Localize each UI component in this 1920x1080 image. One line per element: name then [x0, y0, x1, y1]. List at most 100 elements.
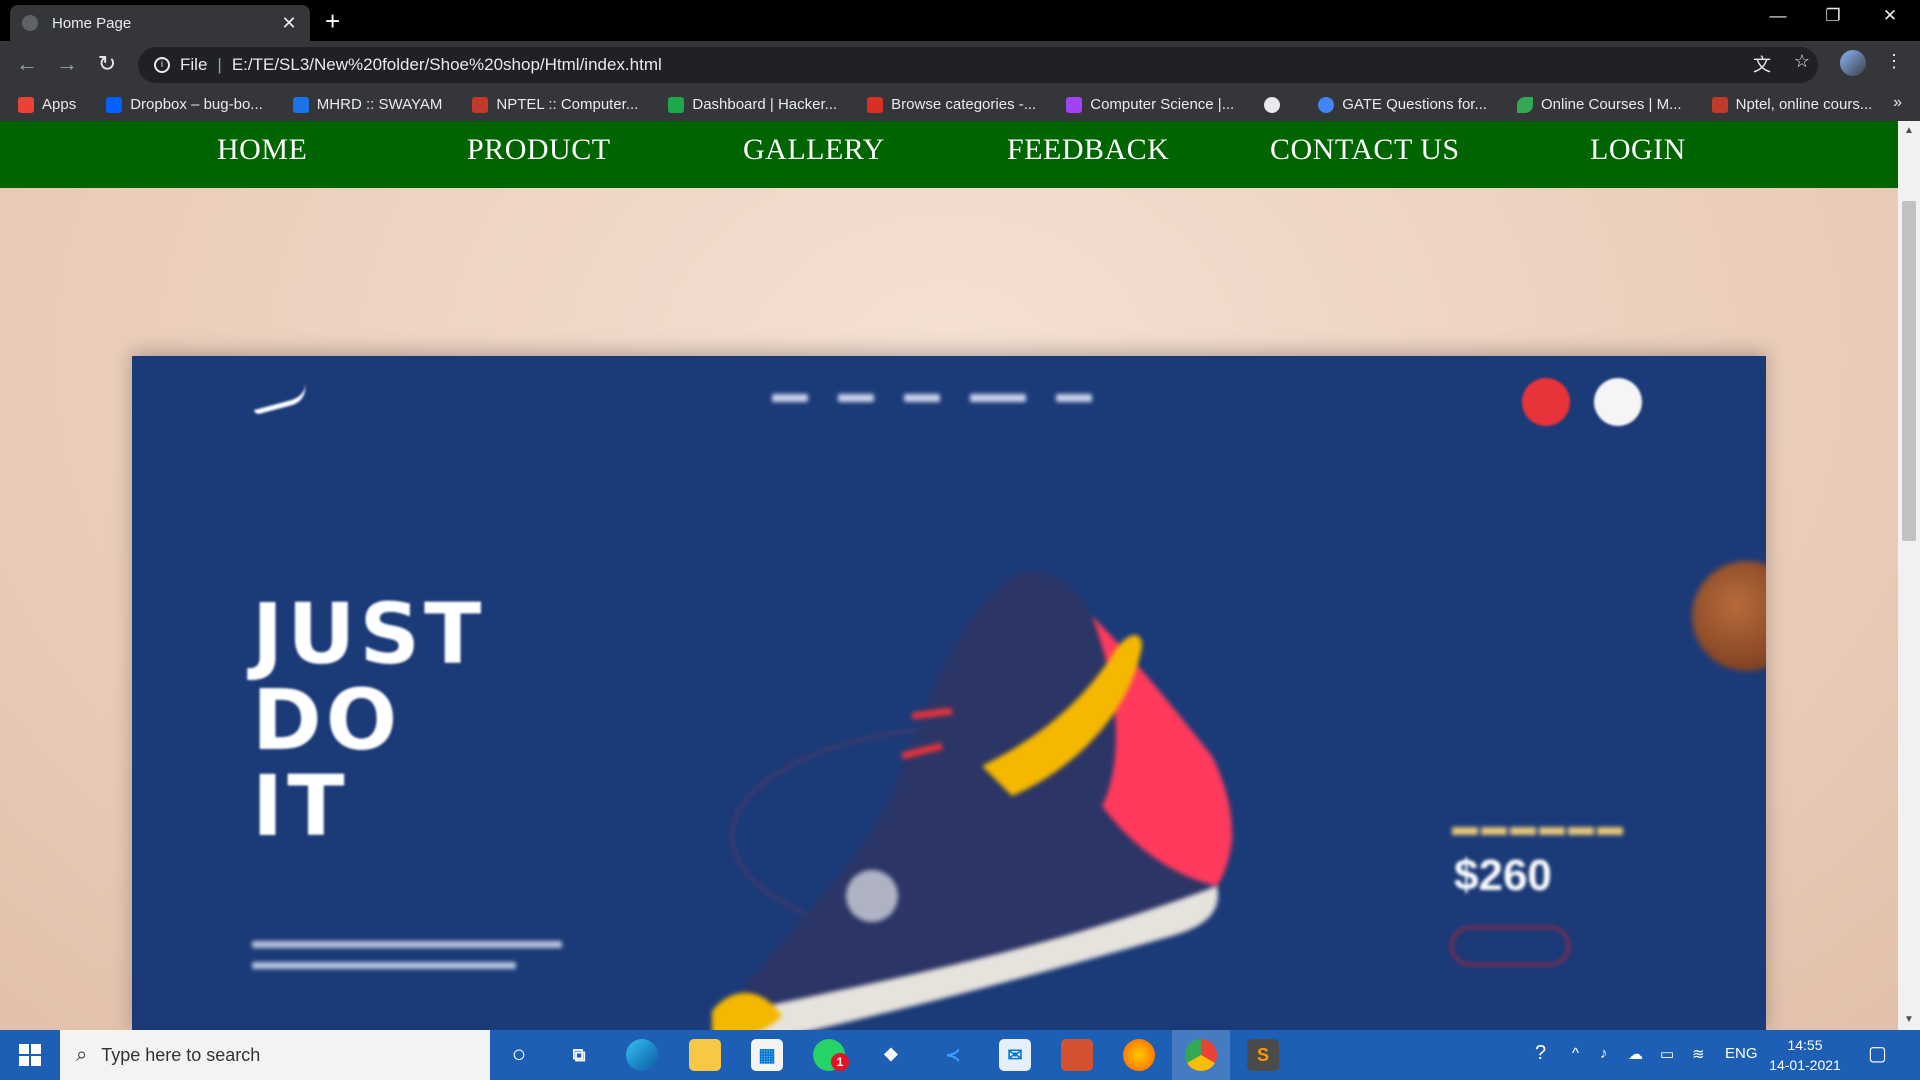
mail-icon[interactable]: ✉ — [999, 1039, 1031, 1071]
scroll-up-icon[interactable]: ▲ — [1904, 125, 1914, 136]
address-separator: | — [217, 55, 222, 74]
browser-toolbar: ← → ↻ i File | E:/TE/SL3/New%20folder/Sh… — [0, 41, 1920, 88]
banner-menu — [772, 394, 1092, 402]
banner-buy-button — [1450, 926, 1570, 966]
nav-contact-us[interactable]: CONTACT US — [1270, 133, 1460, 167]
volume-icon[interactable]: ♪ — [1600, 1045, 1608, 1062]
nav-gallery[interactable]: GALLERY — [743, 133, 885, 167]
back-arrow-icon[interactable]: ← — [12, 51, 42, 77]
basketball-image — [1692, 561, 1766, 671]
new-tab-button[interactable]: + — [325, 8, 340, 34]
file-explorer-icon[interactable] — [689, 1039, 721, 1071]
office-icon[interactable] — [1061, 1039, 1093, 1071]
whatsapp-icon[interactable]: 1 — [813, 1039, 849, 1071]
notification-badge: 1 — [831, 1053, 849, 1071]
page-scrollbar[interactable]: ▲ ▼ — [1898, 121, 1920, 1030]
wifi-icon[interactable]: ≋ — [1692, 1045, 1705, 1063]
hero-banner-image: JUST DO IT ▬▬▬▬▬▬ $260 — [132, 356, 1766, 1030]
swoosh-logo-icon — [250, 383, 310, 415]
profile-avatar[interactable] — [1840, 50, 1866, 76]
banner-body-text — [252, 941, 562, 983]
nptel-icon — [472, 96, 489, 113]
bookmark-apps[interactable]: Apps — [18, 96, 76, 113]
vscode-icon[interactable]: ≺ — [937, 1039, 969, 1071]
notifications-icon[interactable]: ▢ — [1868, 1041, 1887, 1066]
clock-date: 14-01-2021 — [1769, 1057, 1841, 1073]
dropbox-taskbar-icon[interactable]: ❖ — [875, 1039, 907, 1071]
firefox-icon[interactable] — [1123, 1039, 1155, 1071]
apps-grid-icon — [18, 96, 34, 113]
hackerrank-icon — [668, 96, 685, 113]
forward-arrow-icon[interactable]: → — [52, 51, 82, 77]
tab-title: Home Page — [52, 14, 132, 32]
windows-logo-icon — [19, 1044, 41, 1066]
bookmark-categories[interactable]: Browse categories -... — [867, 96, 1036, 113]
banner-red-button — [1522, 378, 1570, 426]
language-indicator[interactable]: ENG — [1725, 1045, 1758, 1062]
reload-icon[interactable]: ↻ — [92, 51, 122, 77]
help-icon[interactable]: ? — [1535, 1042, 1546, 1065]
product-name-text: ▬▬▬▬▬▬ — [1452, 811, 1626, 841]
page-viewport: HOME PRODUCT GALLERY FEEDBACK CONTACT US… — [0, 121, 1898, 1030]
clock-time: 14:55 — [1787, 1037, 1823, 1053]
gate-icon — [1318, 96, 1335, 113]
bookmark-dropbox[interactable]: Dropbox – bug-bo... — [106, 96, 263, 113]
nav-home[interactable]: HOME — [217, 133, 307, 167]
bookmarks-more-icon[interactable]: » — [1893, 94, 1902, 112]
page-favicon-icon — [22, 15, 38, 31]
site-info-icon[interactable]: i — [154, 57, 170, 73]
sublime-text-icon[interactable]: S — [1247, 1039, 1279, 1071]
scroll-down-icon[interactable]: ▼ — [1904, 1014, 1914, 1025]
search-icon: ⌕ — [76, 1043, 88, 1066]
onedrive-icon[interactable]: ☁ — [1628, 1045, 1643, 1063]
close-window-icon[interactable]: ✕ — [1870, 6, 1910, 26]
bookmark-star-icon[interactable]: ☆ — [1788, 51, 1816, 72]
bookmark-swayam[interactable]: MHRD :: SWAYAM — [292, 96, 442, 113]
sneaker-image — [712, 571, 1233, 1030]
address-url[interactable]: E:/TE/SL3/New%20folder/Shoe%20shop/Html/… — [232, 55, 662, 75]
taskbar-search-box[interactable]: ⌕ Type here to search — [60, 1030, 490, 1080]
nav-product[interactable]: PRODUCT — [467, 133, 611, 167]
site-nav-bar: HOME PRODUCT GALLERY FEEDBACK CONTACT US… — [0, 121, 1898, 188]
taskbar-clock[interactable]: 14:55 14-01-2021 — [1765, 1035, 1845, 1075]
bookmark-hackerrank[interactable]: Dashboard | Hacker... — [668, 96, 837, 113]
nav-login[interactable]: LOGIN — [1590, 133, 1686, 167]
nptel-icon — [1711, 96, 1728, 113]
bookmarks-bar: Apps Dropbox – bug-bo... MHRD :: SWAYAM … — [0, 88, 1920, 121]
store-icon[interactable]: ▦ — [751, 1039, 783, 1071]
categories-icon — [867, 96, 884, 113]
product-price: $260 — [1454, 851, 1552, 900]
dropbox-icon — [106, 96, 123, 113]
edge-icon[interactable] — [626, 1039, 658, 1071]
bookmark-gate[interactable]: GATE Questions for... — [1318, 96, 1487, 113]
tab-home-page[interactable]: Home Page ✕ — [10, 5, 310, 41]
start-button[interactable] — [0, 1030, 60, 1080]
banner-headline: JUST DO IT — [252, 585, 486, 855]
restore-icon[interactable]: ❐ — [1813, 6, 1853, 26]
bookmark-computer-science[interactable]: Computer Science |... — [1066, 96, 1234, 113]
globe-icon — [1264, 96, 1281, 113]
chrome-icon[interactable] — [1185, 1039, 1217, 1071]
bookmark-nptel[interactable]: NPTEL :: Computer... — [472, 96, 638, 113]
bookmark-online-courses[interactable]: Online Courses | M... — [1516, 96, 1682, 113]
cortana-icon[interactable]: ○ — [503, 1039, 535, 1071]
battery-icon[interactable]: ▭ — [1660, 1045, 1674, 1063]
translate-icon[interactable]: 文 — [1748, 51, 1776, 77]
geeks-icon — [1066, 96, 1083, 113]
search-placeholder: Type here to search — [101, 1044, 261, 1065]
leaf-icon — [1516, 96, 1533, 113]
bookmark-globe[interactable] — [1264, 96, 1288, 113]
bookmark-nptel-online[interactable]: Nptel, online cours... — [1711, 96, 1872, 113]
address-bar[interactable]: i File | E:/TE/SL3/New%20folder/Shoe%20s… — [138, 47, 1818, 83]
address-protocol: File — [180, 55, 208, 74]
nav-feedback[interactable]: FEEDBACK — [1007, 133, 1169, 167]
tray-chevron-icon[interactable]: ^ — [1572, 1045, 1579, 1062]
scrollbar-thumb[interactable] — [1902, 201, 1916, 541]
minimize-icon[interactable]: — — [1758, 6, 1798, 26]
task-view-icon[interactable]: ⧉ — [563, 1039, 595, 1071]
windows-taskbar: ⌕ Type here to search ○ ⧉ ▦ 1 ❖ ≺ ✉ S ? … — [0, 1030, 1920, 1080]
menu-dots-icon[interactable]: ⋮ — [1880, 51, 1908, 72]
banner-white-button — [1594, 378, 1642, 426]
tab-close-icon[interactable]: ✕ — [280, 13, 298, 34]
swayam-icon — [292, 96, 309, 113]
